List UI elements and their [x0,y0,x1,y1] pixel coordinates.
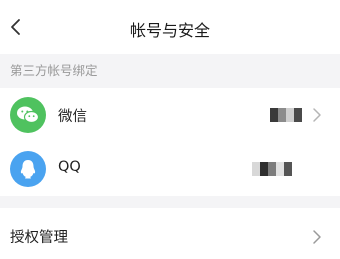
masked-account-name [270,108,302,122]
authorization-management-row[interactable]: 授权管理 [0,208,340,259]
wechat-label: 微信 [58,109,87,125]
wechat-binding-row[interactable]: 微信 [0,88,340,142]
qq-binding-row[interactable]: QQ [0,142,340,196]
page-title: 帐号与安全 [129,21,210,40]
section-header: 第三方帐号绑定 [0,54,340,88]
chevron-right-icon [313,108,321,122]
chevron-right-icon [313,230,321,244]
top-bar: 帐号与安全 [0,0,340,54]
section-gap [0,196,340,208]
masked-account-name [252,162,292,176]
authorization-management-label: 授权管理 [10,230,68,246]
qq-label: QQ [58,159,81,175]
qq-icon [10,151,46,187]
wechat-icon [10,97,46,133]
